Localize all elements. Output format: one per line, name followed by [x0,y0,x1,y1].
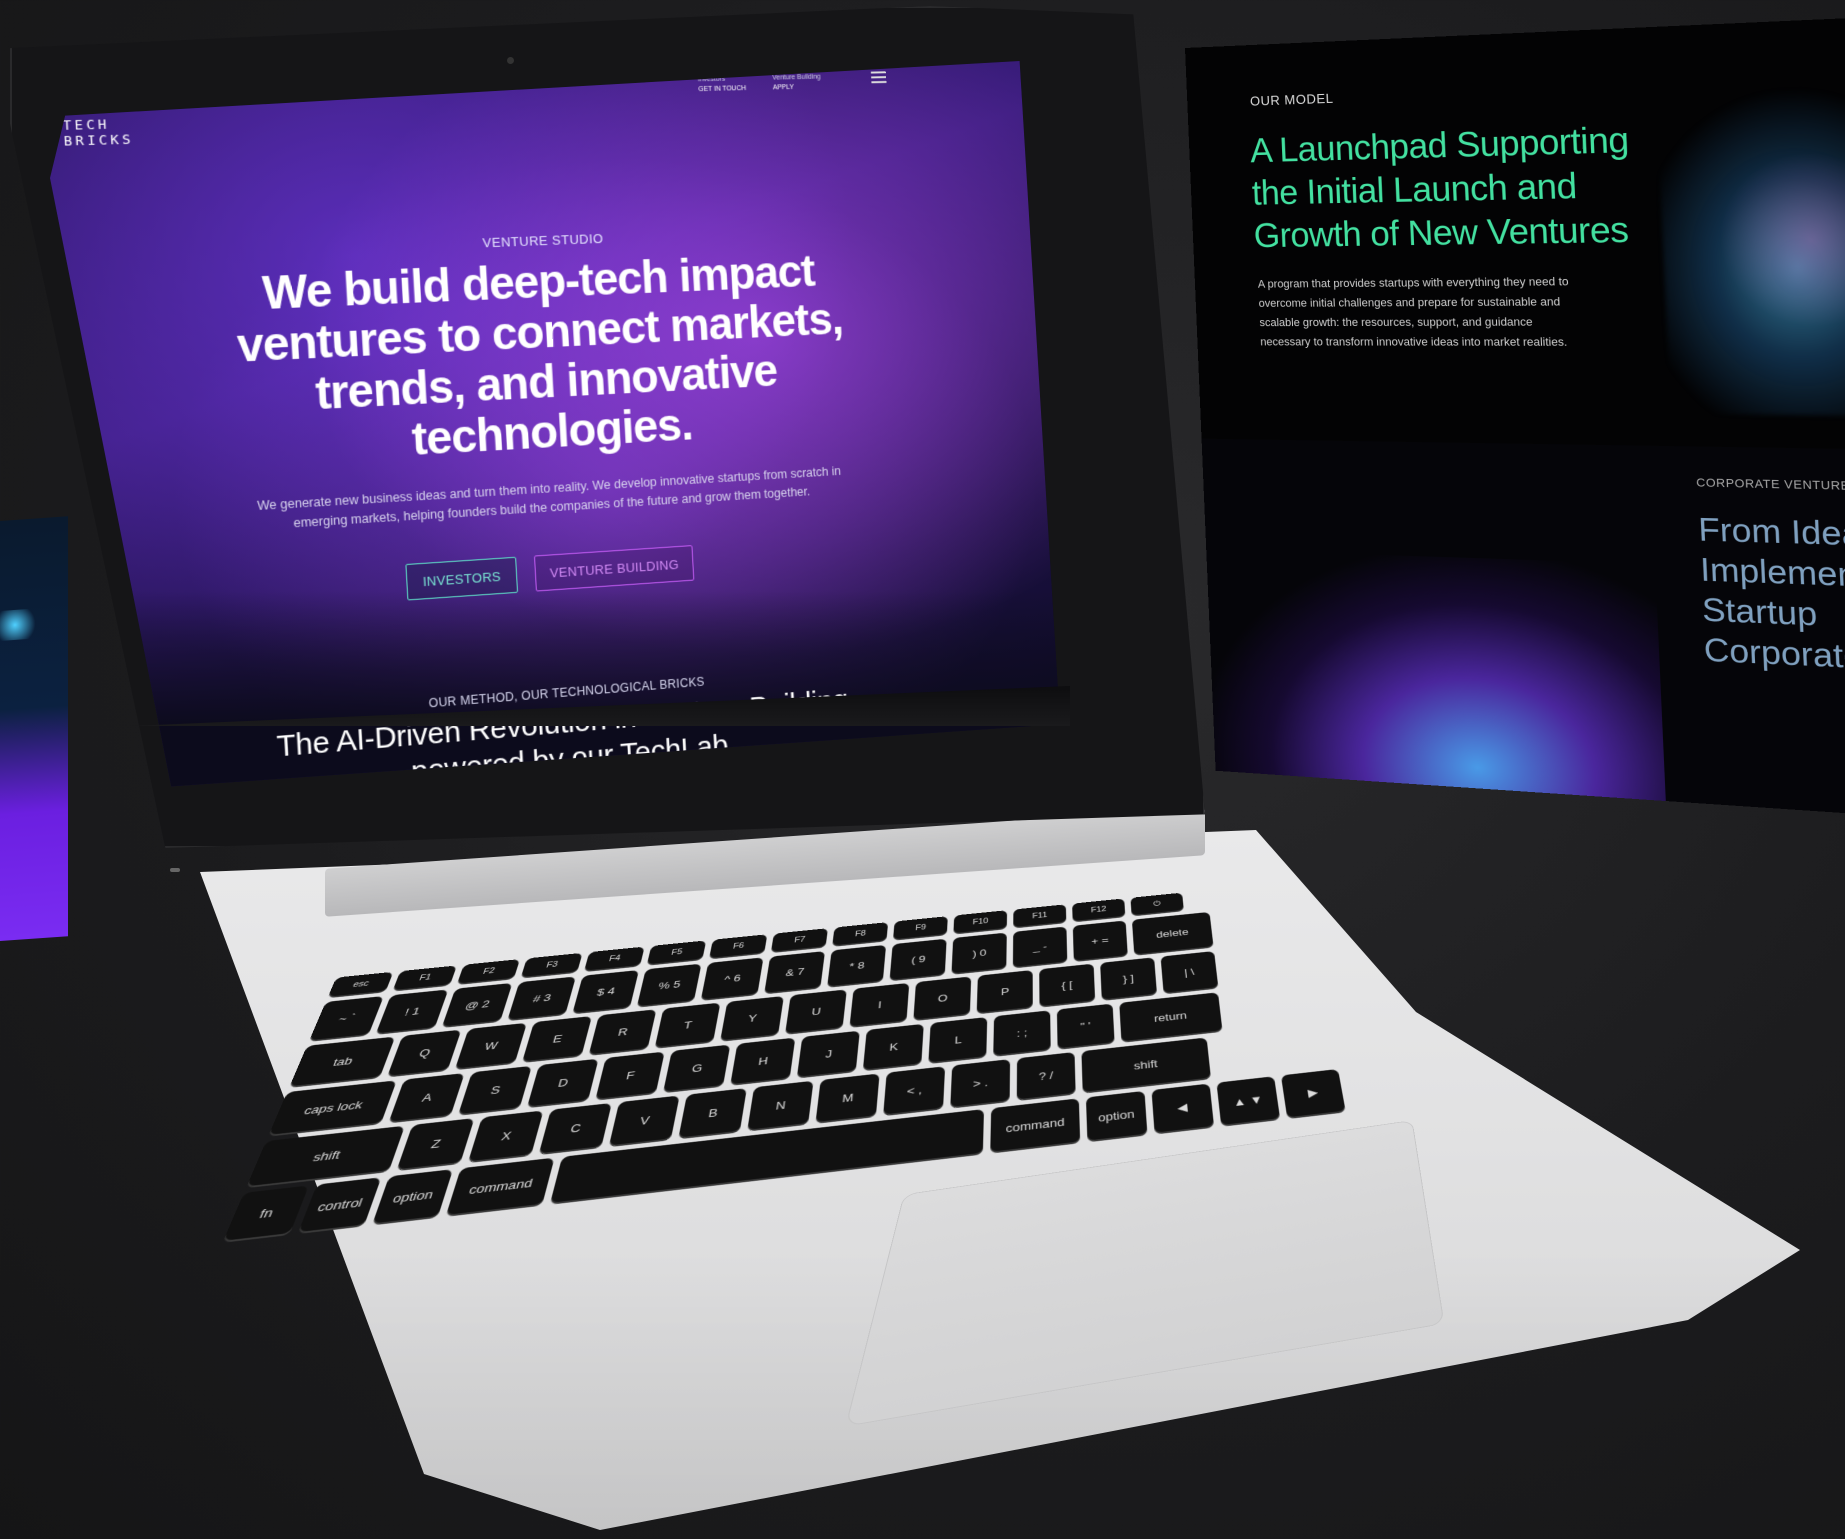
keyboard-key[interactable]: { [ [1039,963,1096,1007]
keyboard-key[interactable]: M [815,1073,880,1123]
slide-title: A Launchpad Supporting the Initial Launc… [1249,120,1630,256]
keyboard-key[interactable]: option [372,1169,454,1224]
keyboard-key[interactable]: control [298,1177,382,1233]
keyboard-key[interactable]: | \ [1160,951,1219,993]
camera-icon [507,57,514,64]
keyboard-key[interactable]: : ; [993,1010,1051,1056]
logo-wordmark[interactable]: TECH BRICKS [62,117,134,150]
keyboard-key[interactable]: W [455,1022,527,1069]
keyboard-key[interactable]: caps lock [268,1080,397,1135]
keyboard-key[interactable]: Q [387,1029,462,1076]
keyboard-key[interactable]: ▶ [1280,1068,1346,1118]
keyboard-key[interactable]: ) 0 [951,932,1007,974]
keyboard-key[interactable]: return [1119,992,1223,1042]
nav-venture-building-link[interactable]: Venture Building APPLY [772,73,821,94]
keyboard-key[interactable]: ◀ [1151,1083,1215,1133]
keyboard-key[interactable]: ^ 6 [700,957,764,1000]
keyboard-key[interactable]: } ] [1100,957,1157,1000]
keyboard-key[interactable]: ▲ ▼ [1216,1076,1281,1126]
slide-description: A program that provides startups with ev… [1257,275,1569,349]
keyboard-key[interactable]: H [730,1037,796,1085]
keyboard-key[interactable]: fn [223,1185,310,1241]
hero-title: We build deep-tech impact ventures to co… [235,244,844,466]
keyboard-key[interactable]: # 3 [507,976,576,1020]
keyboard-key[interactable]: Z [396,1118,475,1170]
keyboard-key[interactable]: @ 2 [442,982,513,1027]
keyboard-key[interactable]: F [595,1051,665,1100]
techbricks-logo-icon[interactable] [50,120,60,152]
keyboard-key[interactable]: U [785,989,847,1034]
keyboard-key[interactable]: P [976,969,1033,1013]
keyboard-key[interactable]: F12 [1072,898,1126,922]
keyboard-key[interactable]: option [1085,1090,1148,1141]
hero-subtitle: We generate new business ideas and turn … [256,464,842,531]
keyboard-key[interactable]: D [527,1058,599,1107]
keyboard-key[interactable]: C [538,1102,612,1154]
keyboard-key[interactable]: V [609,1095,680,1146]
model-slide: OUR MODEL A Launchpad Supporting the Ini… [1185,13,1845,823]
keyboard-key[interactable]: G [663,1044,731,1092]
keyboard-key[interactable]: R [588,1009,657,1055]
keyboard-key[interactable]: J [796,1030,860,1077]
keyboard-key[interactable]: T [654,1002,721,1048]
keyboard-key[interactable]: ( 9 [889,938,947,980]
keyboard-key[interactable]: & 7 [764,951,826,993]
keyboard-key[interactable]: ⏻ [1130,892,1184,916]
keyboard-key[interactable]: " ' [1056,1003,1115,1049]
keyboard-key[interactable]: B [678,1088,747,1138]
left-preview-panel [0,516,68,944]
keyboard-key[interactable]: E [522,1016,592,1062]
keyboard-key[interactable]: ? / [1016,1052,1076,1100]
keyboard-key[interactable]: _ - [1012,926,1068,968]
slide-eyebrow: OUR MODEL [1249,90,1334,109]
keyboard-key[interactable]: $ 4 [572,970,639,1013]
keyboard-key[interactable]: command [990,1098,1081,1152]
keyboard-key[interactable]: % 5 [636,963,702,1007]
keyboard-key[interactable]: K [862,1023,924,1070]
keyboard-key[interactable]: command [446,1157,555,1215]
light-swirl-image [1206,549,1668,823]
keyboard-key[interactable]: S [458,1065,532,1115]
keyboard-key[interactable]: L [928,1017,988,1063]
nav-investors-link[interactable]: Investors GET IN TOUCH [698,74,747,95]
keyboard-key[interactable]: shift [1081,1037,1211,1092]
usb-port [170,868,180,872]
keyboard-key[interactable]: N [747,1080,814,1130]
left-panel-glow [0,608,40,642]
keyboard-key[interactable]: ! 1 [375,989,449,1034]
keyboard-key[interactable]: < , [883,1066,946,1115]
keyboard-key[interactable]: O [913,976,972,1020]
keyboard-key[interactable]: + = [1072,920,1128,961]
keyboard-key[interactable]: F11 [1013,904,1067,928]
keyboard-key[interactable]: Y [720,995,784,1041]
keyboard-key[interactable]: A [388,1073,465,1122]
keyboard-key[interactable]: * 8 [827,944,887,987]
keyboard-key[interactable]: > . [950,1059,1011,1107]
hamburger-menu-icon[interactable] [870,71,887,84]
venture-building-button[interactable]: VENTURE BUILDING [533,545,695,592]
keyboard-key[interactable]: delete [1131,911,1214,955]
keyboard-key[interactable]: I [849,982,910,1027]
investors-button[interactable]: INVESTORS [405,556,519,601]
slide-title-2: From Idea Implementation Startup Corpora… [1697,510,1845,677]
keyboard-key[interactable]: X [468,1110,544,1162]
